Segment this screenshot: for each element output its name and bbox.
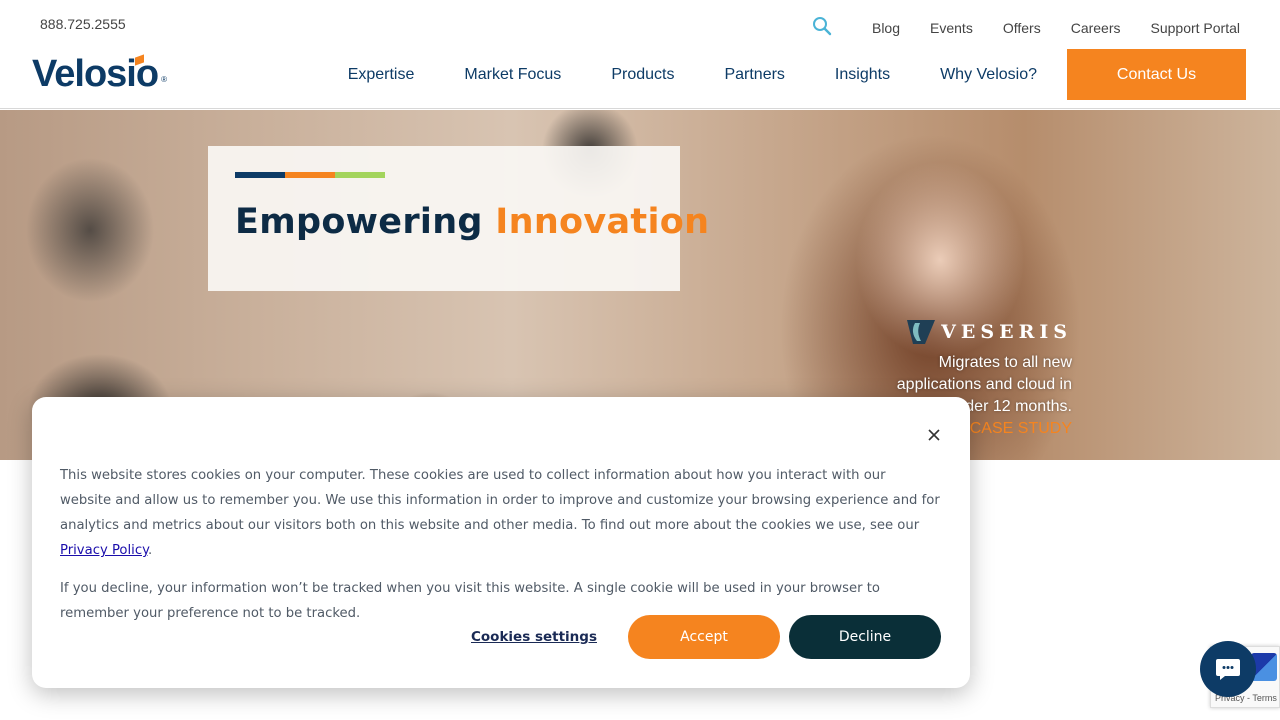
nav-market-focus[interactable]: Market Focus [464,66,561,84]
cookie-actions: Cookies settings Accept Decline [471,615,941,659]
veseris-name: VESERIS [941,321,1072,343]
nav-products[interactable]: Products [611,66,674,84]
utility-link-support-portal[interactable]: Support Portal [1151,20,1241,36]
chat-bubble-icon [1216,659,1240,680]
decline-cookies-button[interactable]: Decline [789,615,941,659]
search-icon [812,17,832,36]
phone-number[interactable]: 888.725.2555 [40,16,126,32]
utility-link-events[interactable]: Events [930,20,973,36]
nav-expertise[interactable]: Expertise [348,66,415,84]
cookie-message: This website stores cookies on your comp… [60,463,940,626]
chat-launcher-button[interactable] [1200,641,1256,697]
veseris-mark-icon [907,320,936,344]
nav-insights[interactable]: Insights [835,66,890,84]
veseris-logo: VESERIS [882,320,1072,344]
cookie-consent-dialog: This website stores cookies on your comp… [32,397,970,688]
color-bar-green [335,172,385,178]
privacy-policy-link[interactable]: Privacy Policy [60,543,148,558]
search-button[interactable] [812,16,842,39]
hero-title-accent: Innovation [495,202,710,242]
cookie-paragraph-1: This website stores cookies on your comp… [60,463,940,563]
close-icon [928,429,940,441]
close-cookie-dialog-button[interactable] [924,425,944,445]
contact-us-button[interactable]: Contact Us [1067,49,1246,100]
registered-mark: ® [161,75,167,84]
accept-cookies-button[interactable]: Accept [628,615,780,659]
utility-link-blog[interactable]: Blog [872,20,900,36]
nav-why-velosio[interactable]: Why Velosio? [940,66,1037,84]
utility-nav: Blog Events Offers Careers Support Porta… [812,16,1240,39]
utility-link-offers[interactable]: Offers [1003,20,1041,36]
color-bar-navy [235,172,285,178]
main-nav: Expertise Market Focus Products Partners… [348,49,1246,100]
cookies-settings-link[interactable]: Cookies settings [471,629,597,645]
utility-link-careers[interactable]: Careers [1071,20,1121,36]
color-bar-orange [285,172,335,178]
site-header: 888.725.2555 Blog Events Offers Careers … [0,0,1280,109]
cookie-paragraph-1-end: . [148,543,153,558]
cookie-paragraph-1-text: This website stores cookies on your comp… [60,468,940,533]
hero-title: Empowering Innovation [235,202,709,242]
hero-card: Empowering Innovation [208,146,709,291]
brand-color-bar [235,172,385,178]
velosio-logo[interactable]: Velosio ® [32,54,167,94]
hero-title-main: Empowering [235,202,483,242]
nav-partners[interactable]: Partners [724,66,784,84]
